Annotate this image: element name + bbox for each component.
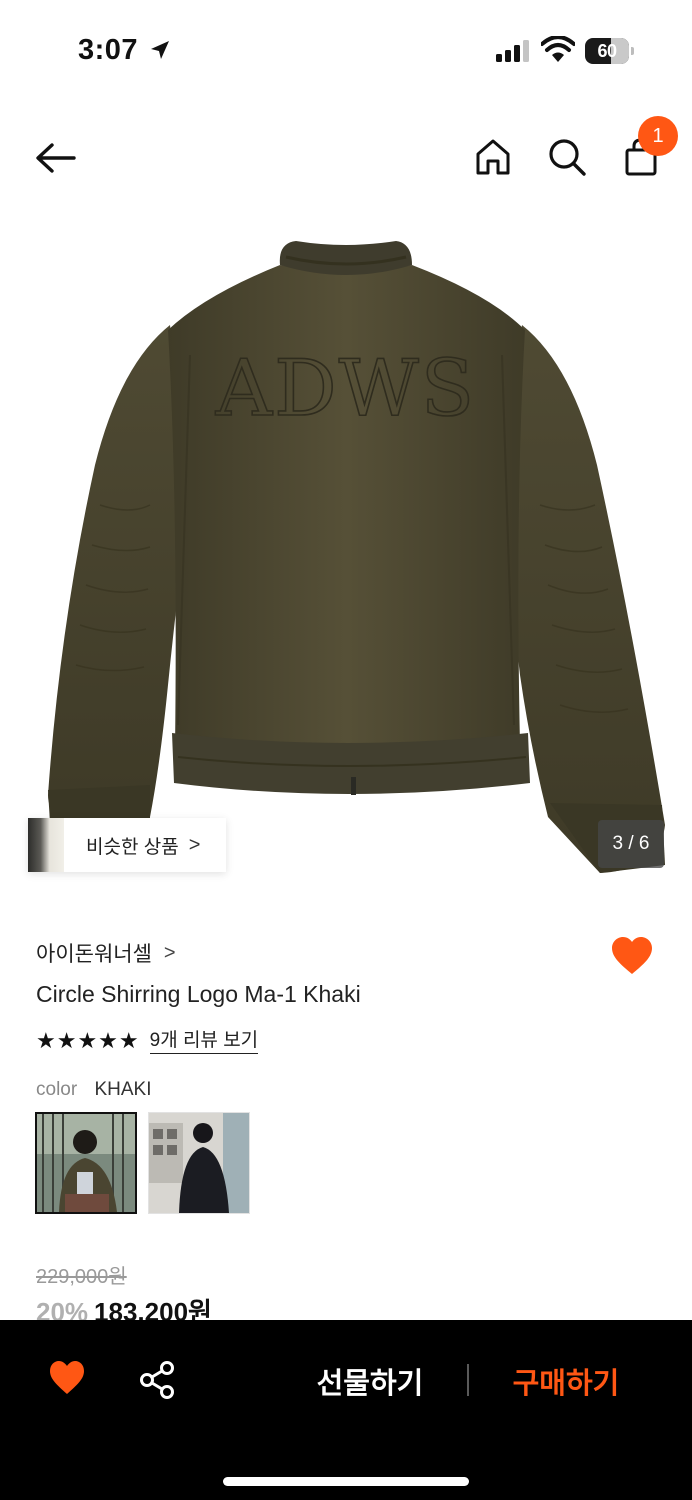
battery-level: 60 bbox=[597, 41, 617, 61]
product-image-gallery[interactable]: ADWS bbox=[0, 205, 692, 895]
color-swatch-khaki[interactable] bbox=[35, 1112, 137, 1214]
color-value: KHAKI bbox=[94, 1079, 152, 1100]
search-icon[interactable] bbox=[546, 136, 588, 178]
original-price: 229,000원 bbox=[36, 1266, 127, 1288]
location-arrow-icon bbox=[151, 41, 169, 59]
bottom-action-bar: 선물하기 구매하기 bbox=[0, 1320, 692, 1500]
cart-count-badge: 1 bbox=[638, 116, 678, 156]
top-nav bbox=[0, 110, 692, 205]
gift-button[interactable]: 선물하기 bbox=[300, 1360, 440, 1402]
home-icon[interactable] bbox=[472, 136, 514, 178]
chevron-right-icon: > bbox=[163, 941, 176, 964]
status-bar: 3:07 60 bbox=[0, 0, 692, 100]
wifi-icon bbox=[541, 36, 575, 62]
swatch-photo-khaki bbox=[37, 1114, 135, 1212]
image-page-counter: 3 / 6 bbox=[598, 820, 664, 868]
star-rating: ★★★★★ bbox=[36, 1028, 140, 1053]
status-time: 3:07 bbox=[78, 34, 139, 66]
similar-products-label: 비슷한 상품 bbox=[86, 836, 179, 858]
review-link[interactable]: 9개 리뷰 보기 bbox=[149, 1029, 259, 1054]
similar-products-button[interactable]: 비슷한 상품 > bbox=[28, 818, 226, 872]
brand-name: 아이돈워너셀 bbox=[36, 943, 152, 966]
product-image: ADWS bbox=[48, 241, 665, 873]
color-label: color bbox=[36, 1079, 78, 1100]
color-selector-label: color KHAKI bbox=[36, 1079, 152, 1101]
brand-link[interactable]: 아이돈워너셀 > bbox=[36, 938, 176, 968]
share-icon[interactable] bbox=[138, 1360, 178, 1400]
back-arrow-icon[interactable] bbox=[32, 138, 80, 178]
rating-row: ★★★★★ 9개 리뷰 보기 bbox=[36, 1028, 259, 1054]
wishlist-heart-icon[interactable] bbox=[610, 936, 654, 976]
similar-products-thumbnail bbox=[28, 818, 64, 872]
divider bbox=[467, 1364, 469, 1396]
battery-icon: 60 bbox=[585, 38, 634, 64]
buy-button[interactable]: 구매하기 bbox=[492, 1360, 640, 1402]
swatch-photo-black bbox=[149, 1113, 249, 1213]
wishlist-heart-icon[interactable] bbox=[48, 1360, 86, 1396]
chevron-right-icon: > bbox=[188, 833, 201, 856]
color-swatch-black[interactable] bbox=[148, 1112, 250, 1214]
cellular-signal-icon bbox=[496, 40, 529, 62]
home-indicator[interactable] bbox=[223, 1477, 469, 1486]
product-name: Circle Shirring Logo Ma-1 Khaki bbox=[36, 981, 361, 1007]
jacket-logo-text: ADWS bbox=[215, 344, 476, 434]
